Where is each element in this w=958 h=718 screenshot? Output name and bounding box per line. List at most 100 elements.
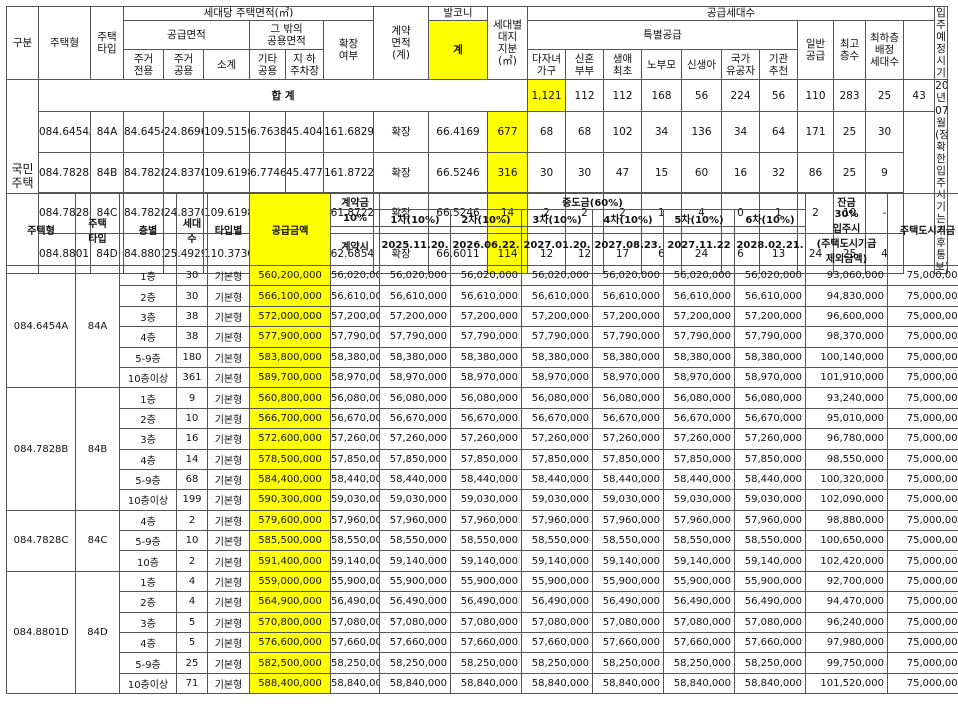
fund: 75,000,000	[887, 632, 958, 654]
fund: 75,000,000	[887, 326, 958, 348]
fund: 75,000,000	[887, 591, 958, 613]
units: 38	[176, 326, 208, 348]
middle-payment-6: 56,610,000	[734, 285, 806, 307]
middle-payment-4: 57,260,000	[592, 428, 664, 450]
sum-top-floor: 25	[865, 79, 904, 113]
header-elderly: 노부모	[641, 49, 682, 81]
supply-price: 591,400,000	[249, 550, 331, 572]
table-row: 10층2기본형591,400,00059,140,00059,140,00059…	[7, 550, 958, 572]
middle-payment-3: 57,790,000	[521, 326, 593, 348]
cell-merit: 34	[721, 111, 760, 153]
cell-sub: 109.6198	[203, 151, 250, 194]
type-by: 기본형	[207, 652, 250, 674]
middle-payment-2: 57,960,000	[450, 509, 522, 532]
middle-payment-4: 58,840,000	[592, 672, 664, 695]
cell-excl: 84.6454	[123, 111, 164, 153]
cell-low: 30	[865, 111, 904, 153]
balance: 97,980,000	[805, 632, 888, 654]
balance: 95,010,000	[805, 407, 888, 430]
middle-payment-1: 56,610,000	[379, 285, 451, 307]
middle-payment-4: 58,250,000	[592, 652, 664, 674]
middle-payment-5: 57,080,000	[663, 611, 735, 634]
header-supply-units: 공급세대수	[526, 6, 936, 21]
header-gubun: 구분	[6, 5, 39, 81]
units: 4	[176, 570, 208, 593]
fund: 75,000,000	[887, 550, 958, 572]
cell-multi: 30	[527, 151, 566, 194]
middle-payment-5: 57,790,000	[663, 326, 735, 348]
units: 5	[176, 632, 208, 654]
middle-payment-1: 57,660,000	[379, 632, 451, 654]
sum-agency: 110	[797, 79, 834, 113]
table-row: 2층10기본형566,700,00056,670,00056,670,00056…	[7, 407, 958, 430]
house-type: 84C	[75, 509, 120, 572]
middle-payment-1: 57,960,000	[379, 509, 451, 532]
fund: 75,000,000	[887, 366, 958, 389]
middle-payment-1: 56,670,000	[379, 407, 451, 430]
header-contract-area: 계약 면적 (계)	[373, 5, 429, 81]
supply-price: 560,200,000	[249, 264, 331, 287]
cell-top: 25	[833, 151, 866, 194]
middle-payment-2: 57,260,000	[450, 428, 522, 450]
type-by: 기본형	[207, 366, 250, 389]
cell-t: 84A	[90, 111, 124, 153]
header-floor: 층별	[119, 193, 177, 266]
header-middle: 중도금(60%)	[379, 192, 806, 211]
supply-price: 585,500,000	[249, 530, 331, 552]
middle-payment-1: 58,550,000	[379, 530, 451, 552]
header-balcony: 발코니	[428, 6, 488, 21]
header-parking: 지 하 주차장	[285, 49, 324, 81]
units: 38	[176, 305, 208, 328]
units: 14	[176, 448, 208, 470]
table-row: 4층38기본형577,900,00057,790,00057,790,00057…	[7, 326, 958, 348]
middle-payment-2: 56,610,000	[450, 285, 522, 307]
cell-bal: 확장	[373, 111, 429, 153]
middle-payment-2: 57,080,000	[450, 611, 522, 634]
housing-type: 084.7828B	[6, 387, 76, 511]
table-row: 10층이상71기본형588,400,00058,840,00058,840,00…	[7, 672, 958, 695]
units: 71	[176, 672, 208, 695]
balance: 101,520,000	[805, 672, 888, 695]
middle-payment-1: 58,380,000	[379, 346, 451, 368]
table-row: 4층5기본형576,600,00057,660,00057,660,00057,…	[7, 632, 958, 654]
units: 68	[176, 468, 208, 491]
fund: 75,000,000	[887, 346, 958, 368]
balance: 94,830,000	[805, 285, 888, 307]
header-common: 주거 공용	[163, 49, 204, 81]
middle-payment-2: 55,900,000	[450, 570, 522, 593]
supply-price: 583,800,000	[249, 346, 331, 368]
header-general: 일반 공급	[797, 19, 834, 81]
balance: 96,240,000	[805, 611, 888, 634]
header-mid-5: 5차(10%)	[663, 209, 735, 227]
header-house-type: 주택 타입	[90, 5, 124, 81]
middle-payment-5: 58,550,000	[663, 530, 735, 552]
deposit: 58,250,000	[330, 652, 380, 674]
sum-newborn: 224	[721, 79, 760, 113]
middle-payment-6: 58,840,000	[734, 672, 806, 695]
type-by: 기본형	[207, 305, 250, 328]
middle-payment-3: 57,660,000	[521, 632, 593, 654]
sum-newlywed: 112	[603, 79, 642, 113]
units: 10	[176, 407, 208, 430]
middle-payment-2: 56,490,000	[450, 591, 522, 613]
fund: 75,000,000	[887, 509, 958, 532]
deposit: 58,380,000	[330, 346, 380, 368]
cell-gen: 171	[797, 111, 834, 153]
floor: 10층이상	[119, 672, 177, 695]
middle-payment-3: 57,080,000	[521, 611, 593, 634]
middle-payment-3: 56,020,000	[521, 264, 593, 287]
middle-payment-5: 56,080,000	[663, 387, 735, 409]
middle-payment-1: 57,850,000	[379, 448, 451, 470]
cell-new: 30	[565, 151, 604, 194]
fund: 75,000,000	[887, 530, 958, 552]
middle-payment-1: 57,200,000	[379, 305, 451, 328]
supply-price: 559,000,000	[249, 570, 331, 593]
type-by: 기본형	[207, 530, 250, 552]
table-row: 084.7828B84B1층9기본형560,800,00056,080,0005…	[6, 387, 958, 511]
sum-general: 283	[833, 79, 866, 113]
header-deposit-when: 계약시	[330, 225, 380, 267]
cell-first: 47	[603, 151, 642, 194]
middle-payment-4: 57,790,000	[592, 326, 664, 348]
cell-total: 316	[487, 151, 528, 194]
table-row: 10층이상199기본형590,300,00059,030,00059,030,0…	[7, 489, 958, 511]
